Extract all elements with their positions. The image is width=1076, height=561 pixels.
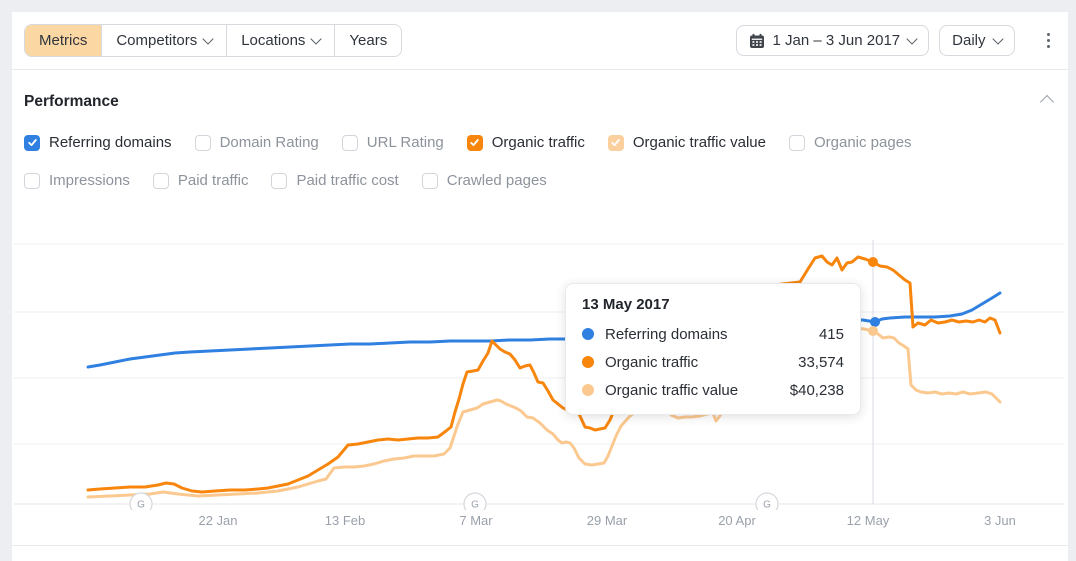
x-axis-label: 3 Jun — [984, 513, 1016, 528]
toolbar: Metrics Competitors Locations Years 1 Ja… — [12, 12, 1068, 70]
toggle-impressions[interactable]: Impressions — [24, 172, 130, 189]
svg-text:G: G — [137, 500, 145, 511]
section-divider — [12, 545, 1068, 546]
tab-locations-label: Locations — [241, 32, 306, 49]
toggle-url-rating[interactable]: URL Rating — [341, 134, 444, 151]
granularity-button[interactable]: Daily — [939, 25, 1015, 56]
toggle-domain-rating[interactable]: Domain Rating — [194, 134, 319, 151]
view-tabs: Metrics Competitors Locations Years — [24, 24, 403, 57]
x-axis-label: 13 Feb — [324, 513, 366, 528]
x-axis-label: 22 Jan — [198, 513, 238, 528]
analytics-screen: Metrics Competitors Locations Years 1 Ja… — [0, 0, 1076, 561]
toggle-organic-traffic[interactable]: Organic traffic — [466, 134, 585, 151]
x-axis-label: 29 Mar — [586, 513, 628, 528]
checkbox-icon — [341, 134, 358, 151]
kebab-dot — [1046, 32, 1050, 37]
hover-dot — [870, 317, 880, 327]
x-axis-label: 12 May — [846, 513, 890, 528]
chart-tooltip: 13 May 2017 Referring domains 415 Organi… — [565, 283, 861, 415]
x-axis-label: 20 Apr — [718, 513, 756, 528]
checkbox-icon — [788, 134, 805, 151]
metric-toggles-row1: Referring domains Domain Rating URL Rati… — [24, 134, 912, 151]
calendar-icon — [749, 33, 764, 48]
collapse-section-button[interactable] — [1039, 93, 1055, 112]
chevron-down-icon — [991, 33, 1004, 45]
toggle-label: Paid traffic cost — [296, 172, 399, 189]
toolbar-right: 1 Jan – 3 Jun 2017 Daily — [735, 25, 1057, 56]
series-line — [86, 254, 1002, 494]
kebab-dot — [1046, 44, 1050, 49]
toggle-crawled-pages[interactable]: Crawled pages — [421, 172, 547, 189]
performance-chart[interactable]: G G G 22 Jan 13 Feb 7 Mar 29 Mar 20 Apr 12 May 3… — [12, 235, 1068, 545]
date-range-label: 1 Jan – 3 Jun 2017 — [772, 32, 901, 49]
series-dot-icon — [582, 328, 594, 340]
chevron-down-icon — [202, 33, 214, 45]
tab-competitors-label: Competitors — [116, 32, 198, 49]
toggle-label: Domain Rating — [219, 134, 319, 151]
checkbox-icon — [271, 172, 288, 189]
tooltip-series-value: $40,238 — [789, 381, 844, 399]
tooltip-date: 13 May 2017 — [582, 296, 670, 313]
tooltip-row: Referring domains 415 — [582, 320, 844, 348]
toggle-paid-traffic-cost[interactable]: Paid traffic cost — [271, 172, 399, 189]
checkbox-icon — [194, 134, 211, 151]
date-range-button[interactable]: 1 Jan – 3 Jun 2017 — [735, 25, 930, 56]
x-axis-label: 7 Mar — [459, 513, 493, 528]
tooltip-series-label: Organic traffic — [605, 353, 699, 371]
toggle-label: Organic pages — [813, 134, 912, 151]
metric-toggles-row2: Impressions Paid traffic Paid traffic co… — [24, 172, 547, 189]
toggle-paid-traffic[interactable]: Paid traffic — [152, 172, 249, 189]
tab-locations[interactable]: Locations — [226, 25, 335, 56]
checkbox-icon — [421, 172, 438, 189]
toggle-label: Organic traffic value — [632, 134, 766, 151]
toggle-label: Impressions — [49, 172, 130, 189]
chevron-up-icon — [1039, 94, 1055, 110]
series-dot-icon — [582, 356, 594, 368]
hover-dot — [868, 326, 878, 336]
tooltip-series-value: 415 — [818, 325, 844, 343]
svg-text:G: G — [471, 500, 479, 511]
tooltip-series-label: Organic traffic value — [605, 381, 739, 399]
series-dot-icon — [582, 384, 594, 396]
tab-years[interactable]: Years — [334, 25, 402, 56]
checkbox-icon — [24, 172, 40, 189]
granularity-label: Daily — [952, 32, 986, 49]
toggle-referring-domains[interactable]: Referring domains — [24, 134, 172, 151]
kebab-menu-button[interactable] — [1041, 27, 1057, 55]
checkbox-icon — [607, 134, 624, 151]
tab-competitors[interactable]: Competitors — [101, 25, 227, 56]
checkbox-icon — [24, 134, 40, 151]
checkbox-icon — [466, 134, 483, 151]
svg-text:G: G — [763, 500, 771, 511]
tab-metrics[interactable]: Metrics — [25, 25, 102, 56]
section-title: Performance — [24, 93, 119, 110]
tooltip-series-label: Referring domains — [605, 325, 728, 343]
toggle-organic-pages[interactable]: Organic pages — [788, 134, 912, 151]
chevron-down-icon — [906, 33, 918, 45]
series-line — [86, 326, 1002, 499]
toggle-organic-traffic-value[interactable]: Organic traffic value — [607, 134, 766, 151]
toggle-label: URL Rating — [366, 134, 444, 151]
performance-section-header: Performance — [24, 93, 1055, 112]
hover-dot — [868, 257, 878, 267]
toggle-label: Paid traffic — [177, 172, 249, 189]
tooltip-row: Organic traffic 33,574 — [582, 348, 844, 376]
tooltip-row: Organic traffic value $40,238 — [582, 376, 844, 404]
toggle-label: Organic traffic — [491, 134, 585, 151]
kebab-dot — [1046, 38, 1050, 43]
toggle-label: Crawled pages — [446, 172, 547, 189]
toggle-label: Referring domains — [49, 134, 172, 151]
content-card: Metrics Competitors Locations Years 1 Ja… — [12, 12, 1068, 561]
chart-canvas[interactable]: GGG — [12, 235, 1068, 510]
checkbox-icon — [152, 172, 169, 189]
tooltip-series-value: 33,574 — [798, 353, 844, 371]
chevron-down-icon — [310, 33, 323, 45]
